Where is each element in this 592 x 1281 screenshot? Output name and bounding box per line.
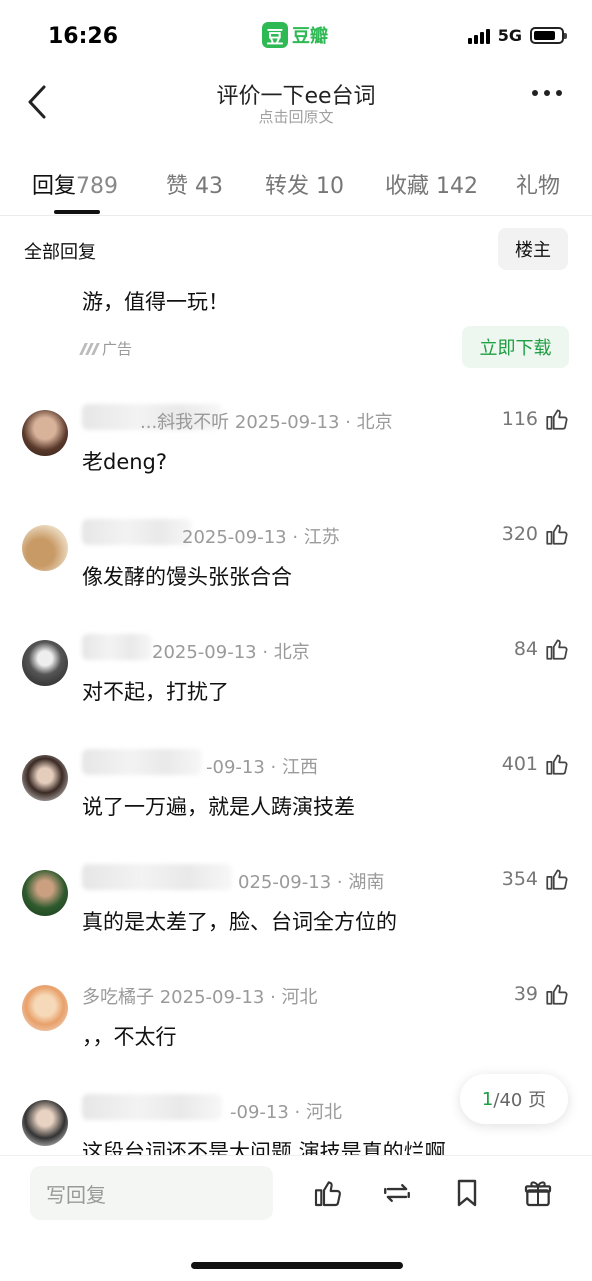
avatar[interactable] <box>22 755 68 801</box>
tab-likes[interactable]: 赞 43 <box>166 168 223 200</box>
like-button[interactable]: 401 <box>502 751 570 777</box>
comment-item: -09-13 · 江西 401 说了一万遍，就是人踌演技差 <box>0 745 592 855</box>
comment-item: 025-09-13 · 湖南 354 真的是太差了，脸、台词全方位的 <box>0 860 592 970</box>
more-options-button[interactable] <box>532 90 562 96</box>
comment-text[interactable]: 说了一万遍，就是人踌演技差 <box>82 791 355 821</box>
thumbs-up-icon <box>546 754 568 775</box>
thumbs-up-icon <box>546 639 568 660</box>
like-icon[interactable] <box>311 1176 345 1210</box>
repost-icon[interactable] <box>380 1176 414 1210</box>
like-button[interactable]: 354 <box>502 866 570 892</box>
thumbs-up-icon <box>546 409 568 430</box>
total-pages: /40 页 <box>493 1090 547 1111</box>
comment-item: 多吃橘子 2025-09-13 · 河北 39 ，，不太行 <box>0 975 592 1085</box>
all-replies-label: 全部回复 <box>24 242 96 263</box>
avatar[interactable] <box>22 870 68 916</box>
dot-icon <box>544 90 550 96</box>
comment-meta: 2025-09-13 · 北京 <box>152 642 310 663</box>
avatar[interactable] <box>22 525 68 571</box>
nav-header: 评价一下ee台词 点击回原文 <box>0 74 592 134</box>
username-redacted[interactable] <box>82 519 192 545</box>
avatar[interactable] <box>22 985 68 1031</box>
comment-meta: 025-09-13 · 湖南 <box>238 872 385 893</box>
op-only-filter-button[interactable]: 楼主 <box>498 228 568 270</box>
status-bar: 16:26 豆 豆瓣 5G <box>0 0 592 74</box>
comment-meta: -09-13 · 河北 <box>230 1102 342 1123</box>
username-redacted[interactable] <box>82 749 202 775</box>
tab-replies[interactable]: 回复789 <box>32 168 118 200</box>
ad-tag: 广告 <box>79 338 133 359</box>
tab-bar: 回复789 赞 43 转发 10 收藏 142 礼物 <box>0 160 592 216</box>
dot-icon <box>532 90 538 96</box>
ad-text[interactable]: 游，值得一玩！ <box>82 286 229 316</box>
app-name: 豆瓣 <box>292 26 328 47</box>
tab-reposts[interactable]: 转发 10 <box>265 168 344 200</box>
comment-item: 2025-09-13 · 北京 84 对不起，打扰了 <box>0 630 592 740</box>
current-page: 1 <box>481 1088 494 1110</box>
avatar[interactable] <box>22 640 68 686</box>
comment-text[interactable]: 对不起，打扰了 <box>82 676 229 706</box>
thumbs-up-icon <box>546 869 568 890</box>
like-button[interactable]: 116 <box>502 406 570 432</box>
douban-logo-icon: 豆 <box>262 22 288 48</box>
dot-icon <box>556 90 562 96</box>
comment-text[interactable]: 老deng? <box>82 446 167 476</box>
comment-username-meta: ...斜我不听 2025-09-13 · 北京 <box>140 412 393 433</box>
tab-collections[interactable]: 收藏 142 <box>385 168 478 200</box>
comment-item: ...斜我不听 2025-09-13 · 北京 116 老deng? <box>0 400 592 510</box>
bottom-action-bar: 写回复 <box>0 1155 592 1281</box>
comment-text[interactable]: 像发酵的馒头张张合合 <box>82 561 292 591</box>
thumbs-up-icon <box>546 524 568 545</box>
comment-text[interactable]: 真的是太差了，脸、台词全方位的 <box>82 906 397 936</box>
avatar[interactable] <box>22 1100 68 1146</box>
home-indicator <box>191 1262 403 1269</box>
comment-username-meta: 多吃橘子 2025-09-13 · 河北 <box>82 987 318 1008</box>
like-button[interactable]: 39 <box>514 981 570 1007</box>
username-redacted[interactable] <box>82 634 152 660</box>
app-indicator: 豆 豆瓣 <box>262 22 328 48</box>
ad-mark-icon <box>79 342 100 355</box>
comment-text[interactable]: 这段台词还不是大问题 演技是真的烂啊 <box>82 1136 446 1155</box>
signal-icon <box>467 28 490 44</box>
like-button[interactable]: 84 <box>514 636 570 662</box>
active-tab-indicator <box>54 210 100 214</box>
comment-meta: 2025-09-13 · 江苏 <box>182 527 340 548</box>
comment-text[interactable]: ，，不太行 <box>82 1021 177 1051</box>
comment-meta: -09-13 · 江西 <box>206 757 318 778</box>
bookmark-icon[interactable] <box>450 1176 484 1210</box>
back-to-original-link[interactable]: 点击回原文 <box>0 106 592 127</box>
status-time: 16:26 <box>48 24 119 49</box>
network-type: 5G <box>497 26 522 45</box>
page-indicator[interactable]: 1/40 页 <box>460 1074 568 1124</box>
reply-input[interactable]: 写回复 <box>30 1166 273 1220</box>
like-button[interactable]: 320 <box>502 521 570 547</box>
username-redacted[interactable] <box>82 1094 222 1120</box>
battery-icon <box>530 27 567 44</box>
avatar[interactable] <box>22 410 68 456</box>
thumbs-up-icon <box>546 984 568 1005</box>
tab-gifts[interactable]: 礼物 <box>516 168 560 200</box>
download-now-button[interactable]: 立即下载 <box>462 326 569 368</box>
gift-icon[interactable] <box>521 1176 555 1210</box>
system-indicators: 5G <box>467 26 567 45</box>
username-redacted[interactable] <box>82 864 232 890</box>
ad-tag-label: 广告 <box>102 340 133 358</box>
comment-item: 2025-09-13 · 江苏 320 像发酵的馒头张张合合 <box>0 515 592 625</box>
